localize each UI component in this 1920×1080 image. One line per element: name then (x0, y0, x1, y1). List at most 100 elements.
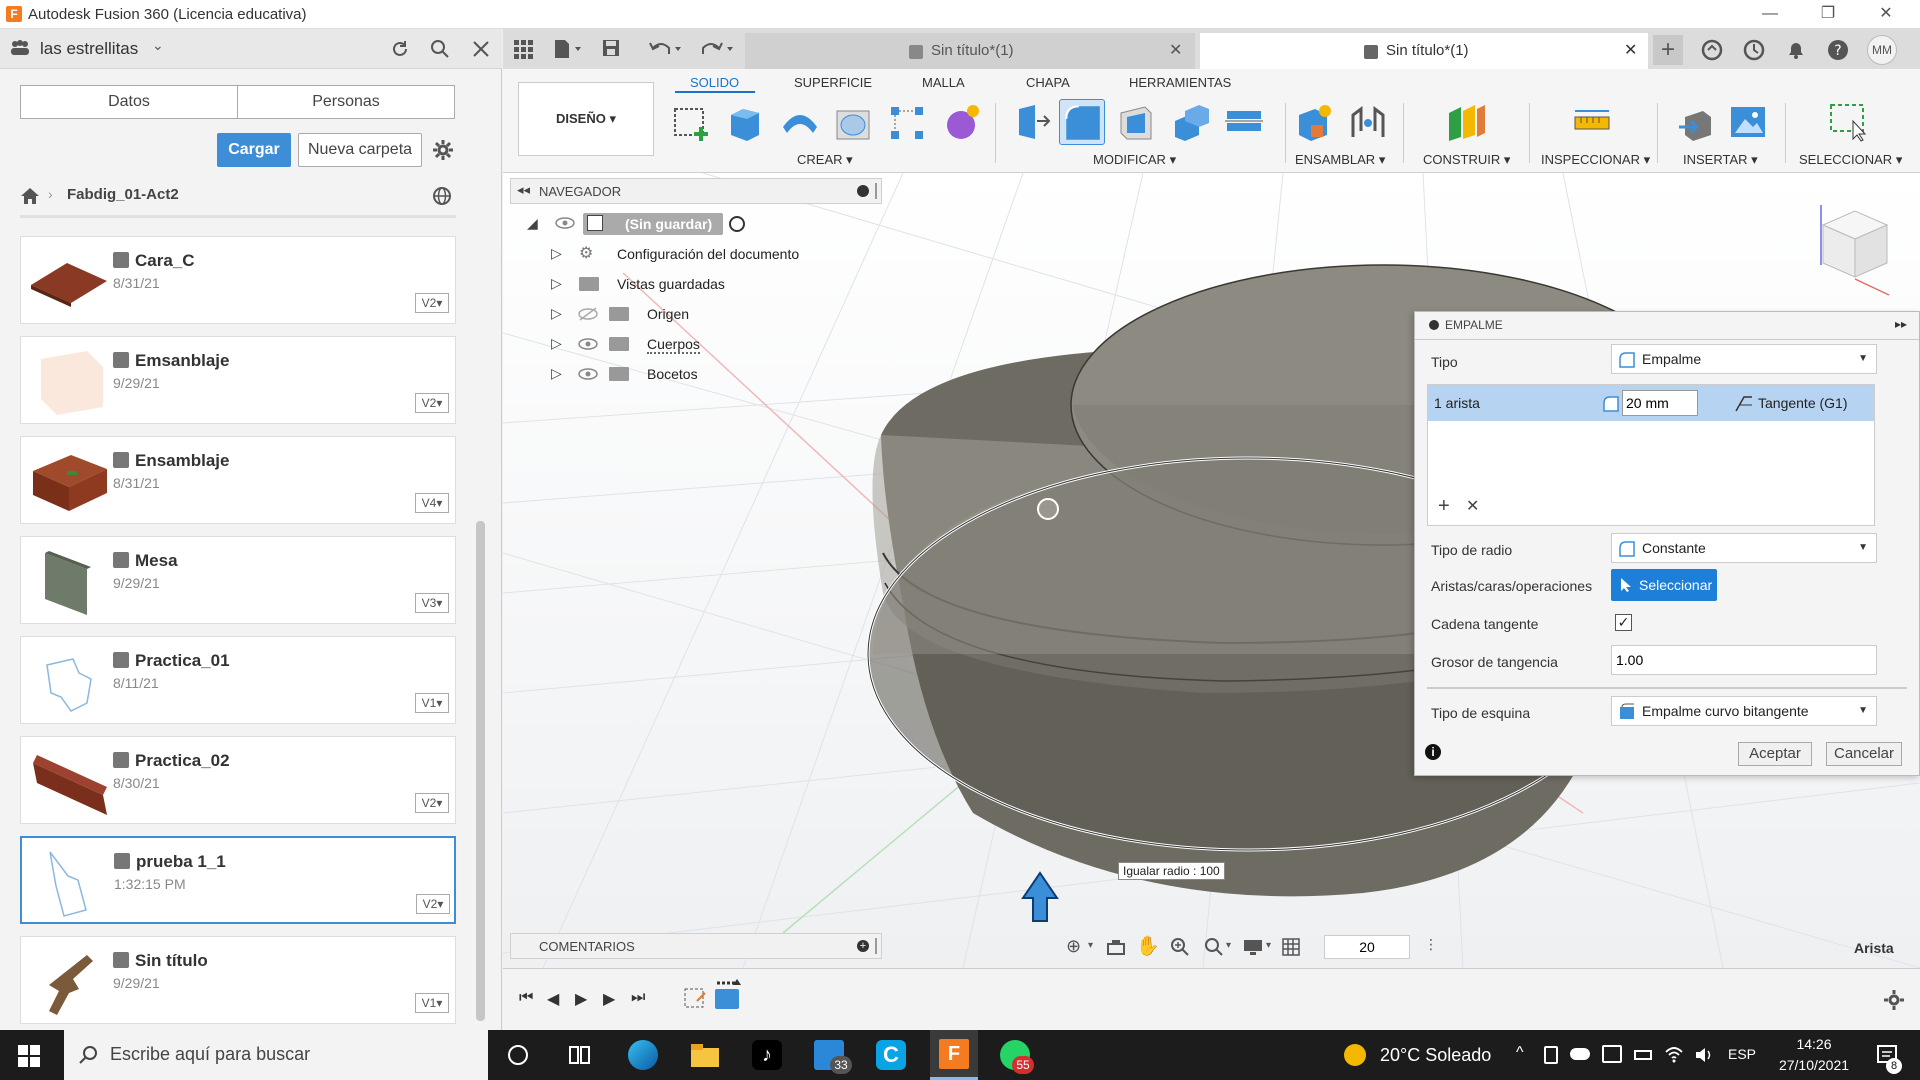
seleccionar-menu[interactable]: SELECCIONAR ▾ (1799, 152, 1902, 168)
navigator-options-icon[interactable] (857, 185, 869, 197)
app-grid-icon[interactable] (513, 39, 533, 59)
shell-icon[interactable] (1115, 101, 1157, 143)
collapse-navigator-icon[interactable]: ◂◂ (517, 182, 530, 198)
sweep-icon[interactable] (833, 101, 875, 143)
version-badge[interactable]: V2▾ (415, 293, 449, 313)
extrude-icon[interactable] (725, 101, 767, 143)
version-badge[interactable]: V3▾ (415, 593, 449, 613)
select-edges-button[interactable]: Seleccionar (1611, 569, 1717, 601)
tab-solido[interactable]: SOLIDO (690, 75, 739, 90)
input-language[interactable]: ESP (1728, 1046, 1756, 1062)
close-icon[interactable]: ✕ (1866, 3, 1906, 25)
refresh-icon[interactable] (390, 39, 410, 59)
construir-menu[interactable]: CONSTRUIR ▾ (1423, 152, 1510, 168)
version-badge[interactable]: V2▾ (415, 793, 449, 813)
tree-row[interactable]: ▷ Bocetos (525, 362, 905, 390)
wifi-icon[interactable] (1664, 1044, 1684, 1064)
tab-superficie[interactable]: SUPERFICIE (794, 75, 872, 90)
chevron-down-icon[interactable]: ▾ (1226, 940, 1231, 951)
info-icon[interactable]: i (1425, 744, 1441, 760)
team-name[interactable]: las estrellitas (40, 39, 138, 59)
eye-visibility-icon[interactable] (555, 216, 575, 230)
tab-chapa[interactable]: CHAPA (1026, 75, 1070, 90)
new-component-icon[interactable] (1293, 101, 1335, 143)
close-tab-icon[interactable]: ✕ (1169, 33, 1182, 69)
save-icon[interactable] (601, 38, 621, 58)
dialog-header[interactable]: EMPALME ▸▸ (1415, 312, 1919, 340)
search-icon[interactable] (430, 39, 450, 59)
user-avatar[interactable]: MM (1867, 35, 1897, 65)
step-back-icon[interactable]: ◀ (547, 989, 559, 1009)
tiktok-icon[interactable]: ♪ (752, 1040, 782, 1070)
new-tab-button[interactable]: + (1653, 35, 1683, 65)
continuity-dropdown[interactable]: Tangente (G1) (1758, 395, 1848, 411)
tree-row[interactable]: ▷ ⚙ Configuración del documento (525, 242, 905, 270)
expand-arrow-icon[interactable]: ▷ (551, 365, 562, 382)
tangency-weight-input[interactable] (1611, 645, 1877, 675)
radius-drag-arrow[interactable] (1021, 871, 1059, 922)
edge-row-selected[interactable]: 1 arista Tangente (G1) (1428, 385, 1874, 421)
create-sketch-icon[interactable] (671, 101, 713, 143)
press-pull-icon[interactable] (1011, 101, 1053, 143)
fillet-tool-active[interactable] (1059, 99, 1105, 145)
battery-icon[interactable] (1634, 1050, 1652, 1060)
insertar-menu[interactable]: INSERTAR ▾ (1683, 152, 1758, 168)
version-badge[interactable]: V1▾ (415, 993, 449, 1013)
measure-icon[interactable] (1571, 101, 1613, 143)
ensamblar-menu[interactable]: ENSAMBLAR ▾ (1295, 152, 1385, 168)
panel-grip[interactable] (875, 183, 877, 199)
accept-button[interactable]: Aceptar (1738, 742, 1812, 766)
version-badge[interactable]: V1▾ (415, 693, 449, 713)
fusion-taskbar-item[interactable]: F (930, 1030, 978, 1080)
offset-plane-icon[interactable] (1445, 101, 1487, 143)
minimize-icon[interactable]: — (1750, 3, 1790, 25)
weather-text[interactable]: 20°C Soleado (1380, 1045, 1491, 1066)
help-icon[interactable]: ? (1827, 39, 1849, 61)
edge-browser-icon[interactable] (628, 1040, 658, 1070)
chevron-down-icon[interactable]: ▾ (1088, 940, 1093, 951)
file-card[interactable]: Ensamblaje 8/31/21 V4▾ (20, 436, 456, 524)
zoom-icon[interactable] (1170, 937, 1190, 957)
file-menu-icon[interactable] (553, 38, 583, 60)
restore-icon[interactable]: ❐ (1808, 3, 1848, 25)
viewcube-icon[interactable] (1793, 195, 1903, 305)
document-tab-inactive[interactable]: Sin título*(1) ✕ (745, 33, 1195, 69)
tipo-radio-dropdown[interactable]: Constante ▼ (1611, 533, 1877, 563)
file-card[interactable]: Cara_C 8/31/21 V2▾ (20, 236, 456, 324)
breadcrumb[interactable]: Fabdig_01-Act2 (67, 186, 179, 203)
file-card-selected[interactable]: prueba 1_1 1:32:15 PM V2▾ (20, 836, 456, 924)
tab-personas[interactable]: Personas (238, 86, 454, 118)
tree-root-row[interactable]: ◢ (Sin guardar) (525, 212, 905, 240)
add-row-icon[interactable]: + (1438, 495, 1450, 518)
eye-hidden-icon[interactable] (577, 306, 599, 322)
gear-icon[interactable] (432, 139, 454, 161)
esquina-dropdown[interactable]: Empalme curvo bitangente ▼ (1611, 696, 1877, 726)
data-panel-scrollbar[interactable] (476, 521, 485, 1021)
add-comment-icon[interactable]: + (857, 940, 869, 952)
grid-settings-icon[interactable] (1282, 938, 1300, 956)
redo-icon[interactable] (701, 38, 737, 60)
upload-button[interactable]: Cargar (217, 133, 291, 167)
eye-visibility-icon[interactable] (577, 366, 599, 382)
task-view-icon[interactable] (568, 1045, 590, 1065)
onedrive-cloud-icon[interactable] (1570, 1048, 1590, 1060)
expand-arrow-icon[interactable]: ◢ (527, 215, 538, 232)
display-icon[interactable] (1602, 1045, 1622, 1063)
form-icon[interactable] (941, 101, 983, 143)
tab-malla[interactable]: MALLA (922, 75, 965, 90)
pattern-icon[interactable] (887, 101, 929, 143)
combine-icon[interactable] (1169, 101, 1211, 143)
panel-grip[interactable] (875, 938, 877, 954)
tipo-dropdown[interactable]: Empalme ▼ (1611, 344, 1877, 374)
tab-herramientas[interactable]: HERRAMIENTAS (1129, 75, 1231, 90)
tab-datos[interactable]: Datos (21, 86, 238, 118)
file-explorer-icon[interactable] (690, 1042, 720, 1068)
globe-icon[interactable] (432, 186, 452, 206)
insert-derive-icon[interactable] (1675, 101, 1717, 143)
version-badge[interactable]: V2▾ (416, 894, 450, 914)
orbit-icon[interactable]: ⊕ (1066, 936, 1081, 957)
notifications-icon[interactable] (1785, 39, 1807, 61)
tangent-chain-checkbox[interactable]: ✓ (1615, 614, 1632, 631)
tree-row[interactable]: ▷ Vistas guardadas (525, 272, 905, 300)
tree-row[interactable]: ▷ Origen (525, 302, 905, 330)
